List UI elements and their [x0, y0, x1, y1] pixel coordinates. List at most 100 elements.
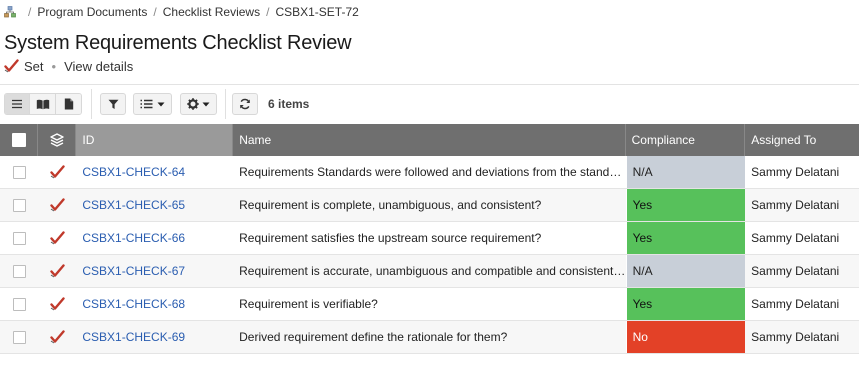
row-id-cell: CSBX1-CHECK-67: [76, 255, 233, 287]
row-id-link[interactable]: CSBX1-CHECK-65: [82, 198, 185, 212]
table-row[interactable]: CSBX1-CHECK-66 Requirement satisfies the…: [0, 222, 859, 255]
row-select-cell: [0, 156, 38, 188]
row-type-cell: [38, 222, 76, 254]
row-checkbox[interactable]: [12, 297, 26, 311]
row-id-link[interactable]: CSBX1-CHECK-68: [82, 297, 185, 311]
item-type-line: Set • View details: [4, 57, 133, 75]
breadcrumb-separator: /: [266, 5, 270, 19]
row-name: Requirement is verifiable?: [239, 297, 378, 311]
breadcrumb-separator: /: [28, 5, 32, 19]
select-all-checkbox[interactable]: [11, 133, 26, 147]
row-compliance-cell[interactable]: Yes: [625, 189, 746, 221]
column-header-id[interactable]: ID: [76, 124, 234, 156]
row-id-link[interactable]: CSBX1-CHECK-64: [82, 165, 185, 179]
toolbar-separator: [91, 89, 92, 119]
row-select-cell: [0, 321, 38, 353]
header-select-cell: [0, 124, 39, 156]
row-type-cell: [38, 255, 76, 287]
header-type-cell[interactable]: [38, 124, 77, 156]
refresh-button[interactable]: [232, 93, 258, 115]
toolbar: 6 items: [4, 89, 310, 119]
chevron-down-icon: [157, 102, 165, 106]
settings-dropdown-button[interactable]: [180, 93, 217, 115]
row-name: Requirement satisfies the upstream sourc…: [239, 231, 542, 245]
row-select-cell: [0, 255, 38, 287]
row-id-cell: CSBX1-CHECK-64: [76, 156, 233, 188]
row-name-cell[interactable]: Requirement satisfies the upstream sourc…: [233, 222, 625, 254]
row-checkbox[interactable]: [12, 330, 26, 344]
red-check-icon: [50, 198, 65, 212]
row-assigned-cell[interactable]: Sammy Delatani: [745, 255, 859, 287]
row-id-link[interactable]: CSBX1-CHECK-67: [82, 264, 185, 278]
items-grid: ID Name Compliance Assigned To CSBX1-CHE…: [0, 124, 859, 354]
red-check-icon: [50, 297, 65, 311]
view-details-link[interactable]: View details: [64, 59, 133, 74]
table-row[interactable]: CSBX1-CHECK-68 Requirement is verifiable…: [0, 288, 859, 321]
row-checkbox[interactable]: [12, 165, 26, 179]
book-view-button[interactable]: [30, 94, 56, 114]
column-header-name[interactable]: Name: [233, 124, 626, 156]
table-row[interactable]: CSBX1-CHECK-64 Requirements Standards we…: [0, 156, 859, 189]
row-compliance-cell[interactable]: N/A: [625, 156, 746, 188]
view-mode-group: [4, 93, 82, 115]
row-id-link[interactable]: CSBX1-CHECK-69: [82, 330, 185, 344]
breadcrumb-checklist-reviews[interactable]: Checklist Reviews: [163, 5, 260, 19]
table-row[interactable]: CSBX1-CHECK-65 Requirement is complete, …: [0, 189, 859, 222]
list-sort-icon: [140, 99, 153, 109]
row-select-cell: [0, 189, 38, 221]
list-view-button[interactable]: [5, 94, 30, 114]
page-title: System Requirements Checklist Review: [4, 32, 352, 54]
row-name: Requirements Standards were followed and…: [239, 165, 625, 179]
breadcrumb-program-documents[interactable]: Program Documents: [37, 5, 147, 19]
filter-icon: [108, 99, 118, 109]
filter-button[interactable]: [100, 93, 126, 115]
row-assigned-cell[interactable]: Sammy Delatani: [745, 288, 859, 320]
row-compliance-cell[interactable]: Yes: [625, 222, 746, 254]
org-tree-icon[interactable]: [4, 6, 16, 18]
row-name: Derived requirement define the rationale…: [239, 330, 508, 344]
column-header-assigned-to[interactable]: Assigned To: [745, 124, 859, 156]
row-assigned-cell[interactable]: Sammy Delatani: [745, 189, 859, 221]
column-header-compliance[interactable]: Compliance: [626, 124, 746, 156]
table-row[interactable]: CSBX1-CHECK-67 Requirement is accurate, …: [0, 255, 859, 288]
row-checkbox[interactable]: [12, 198, 26, 212]
row-id-cell: CSBX1-CHECK-66: [76, 222, 233, 254]
row-type-cell: [38, 189, 76, 221]
row-id-link[interactable]: CSBX1-CHECK-66: [82, 231, 185, 245]
row-type-cell: [38, 156, 76, 188]
row-id-cell: CSBX1-CHECK-69: [76, 321, 233, 353]
row-compliance-cell[interactable]: N/A: [625, 255, 746, 287]
refresh-icon: [240, 98, 250, 110]
document-icon: [64, 98, 73, 110]
document-view-button[interactable]: [56, 94, 81, 114]
header-divider: [0, 84, 859, 85]
chevron-down-icon: [202, 102, 210, 106]
row-compliance-cell[interactable]: No: [625, 321, 746, 353]
row-id-cell: CSBX1-CHECK-65: [76, 189, 233, 221]
row-type-cell: [38, 321, 76, 353]
red-check-icon: [50, 264, 65, 278]
row-name-cell[interactable]: Requirement is verifiable?: [233, 288, 625, 320]
red-check-icon: [4, 59, 19, 73]
item-count: 6 items: [268, 97, 310, 111]
row-name-cell[interactable]: Requirements Standards were followed and…: [233, 156, 625, 188]
row-select-cell: [0, 222, 38, 254]
row-name-cell[interactable]: Requirement is complete, unambiguous, an…: [233, 189, 625, 221]
row-assigned-cell[interactable]: Sammy Delatani: [745, 156, 859, 188]
toolbar-separator: [225, 89, 226, 119]
grid-header: ID Name Compliance Assigned To: [0, 124, 859, 156]
row-checkbox[interactable]: [12, 264, 26, 278]
table-row[interactable]: CSBX1-CHECK-69 Derived requirement defin…: [0, 321, 859, 354]
row-checkbox[interactable]: [12, 231, 26, 245]
row-assigned-cell[interactable]: Sammy Delatani: [745, 222, 859, 254]
row-compliance-cell[interactable]: Yes: [625, 288, 746, 320]
row-name-cell[interactable]: Derived requirement define the rationale…: [233, 321, 625, 353]
row-name-cell[interactable]: Requirement is accurate, unambiguous and…: [233, 255, 625, 287]
row-name: Requirement is complete, unambiguous, an…: [239, 198, 542, 212]
breadcrumb-current-set[interactable]: CSBX1-SET-72: [275, 5, 358, 19]
sort-dropdown-button[interactable]: [133, 93, 172, 115]
red-check-icon: [50, 231, 65, 245]
book-icon: [36, 99, 49, 109]
breadcrumb: / Program Documents / Checklist Reviews …: [4, 4, 359, 20]
row-assigned-cell[interactable]: Sammy Delatani: [745, 321, 859, 353]
